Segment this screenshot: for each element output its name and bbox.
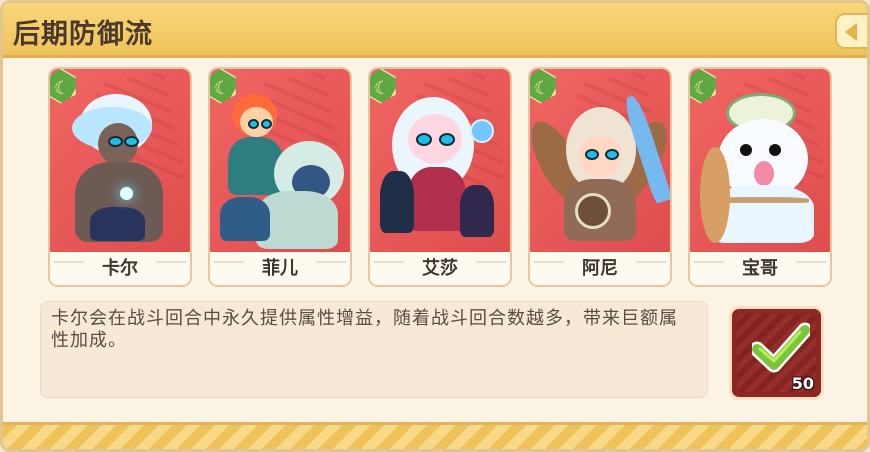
hero-card-feier[interactable]: ☾ 菲儿 bbox=[208, 67, 352, 287]
hero-name-feier: 菲儿 bbox=[210, 253, 350, 285]
team-strategy-panel: 后期防御流 ☾ 卡尔 ☾ 菲儿 ☾ 艾莎 ☾ 阿尼 ☾ 宝哥 卡尔会在战斗回合中… bbox=[0, 0, 870, 452]
karl-illustration bbox=[60, 89, 180, 249]
ani-illustration bbox=[530, 89, 670, 249]
baoge-illustration bbox=[700, 89, 820, 249]
hero-card-karl[interactable]: ☾ 卡尔 bbox=[48, 67, 192, 287]
check-icon bbox=[752, 322, 810, 373]
strategy-count: 50 bbox=[791, 374, 814, 393]
header-bar: 后期防御流 bbox=[3, 3, 867, 58]
aisha-illustration bbox=[380, 89, 500, 249]
hero-card-row: ☾ 卡尔 ☾ 菲儿 ☾ 艾莎 ☾ 阿尼 ☾ 宝哥 bbox=[48, 67, 838, 289]
strategy-title: 后期防御流 bbox=[13, 19, 153, 50]
hero-name-karl: 卡尔 bbox=[50, 253, 190, 285]
select-strategy-button[interactable]: 50 bbox=[729, 306, 824, 400]
hero-card-baoge[interactable]: ☾ 宝哥 bbox=[688, 67, 832, 287]
hero-card-ani[interactable]: ☾ 阿尼 bbox=[528, 67, 672, 287]
hero-name-ani: 阿尼 bbox=[530, 253, 670, 285]
bottom-decorative-stripe bbox=[3, 422, 867, 449]
collapse-arrow-button[interactable] bbox=[835, 13, 867, 49]
hero-name-aisha: 艾莎 bbox=[370, 253, 510, 285]
hero-card-aisha[interactable]: ☾ 艾莎 bbox=[368, 67, 512, 287]
hero-name-baoge: 宝哥 bbox=[690, 253, 830, 285]
feier-illustration bbox=[220, 89, 344, 249]
strategy-description: 卡尔会在战斗回合中永久提供属性增益，随着战斗回合数越多，带来巨额属性加成。 bbox=[51, 308, 678, 351]
strategy-description-box: 卡尔会在战斗回合中永久提供属性增益，随着战斗回合数越多，带来巨额属性加成。 bbox=[40, 301, 708, 398]
